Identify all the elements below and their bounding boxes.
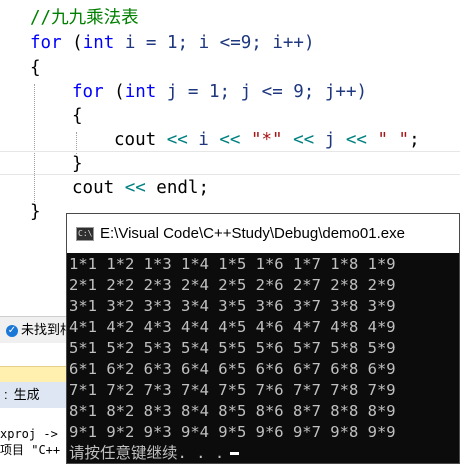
- paren: (: [61, 33, 83, 53]
- stream-operator: <<: [293, 130, 315, 150]
- console-line: 7*1 7*2 7*3 7*4 7*5 7*6 7*7 7*8 7*9: [69, 381, 396, 399]
- code-brace-open: {: [30, 58, 41, 78]
- console-line: 3*1 3*2 3*3 3*4 3*5 3*6 3*7 3*8 3*9: [69, 297, 396, 315]
- string-literal: " ": [366, 130, 410, 150]
- output-line: xproj ->: [0, 427, 58, 441]
- endl-token: endl;: [145, 178, 209, 198]
- output-line: 项目 "C++: [0, 443, 61, 457]
- indent-guide: [34, 84, 35, 202]
- current-line-highlight: [0, 151, 460, 175]
- keyword-int: int: [82, 33, 115, 53]
- console-prompt: 请按任意键继续. . .: [69, 444, 225, 462]
- paren: (: [103, 82, 125, 102]
- console-line: 6*1 6*2 6*3 6*4 6*5 6*6 6*7 6*8 6*9: [69, 360, 396, 378]
- ide-bottom-panels: ✓未找到相关问题 : 生成 xproj -> 项目 "C++: [0, 316, 68, 464]
- info-icon: ✓: [6, 324, 18, 337]
- cout-token: cout: [72, 178, 125, 198]
- stream-operator: <<: [124, 178, 146, 198]
- console-app-icon: C:\: [76, 227, 94, 241]
- var-i: i: [187, 130, 220, 150]
- code-outer-for-line: for (int i = 1; i <=9; i++): [30, 31, 314, 55]
- console-line: 8*1 8*2 8*3 8*4 8*5 8*6 8*7 8*8 8*9: [69, 402, 396, 420]
- stream-operator: <<: [166, 130, 188, 150]
- code-endl-line: cout << endl;: [72, 176, 209, 200]
- for-clause: j = 1; j <= 9; j++): [156, 82, 368, 102]
- code-inner-for-line: for (int j = 1; j <= 9; j++): [72, 80, 367, 104]
- stream-operator: <<: [219, 130, 241, 150]
- console-prompt-line: 请按任意键继续. . .: [69, 443, 240, 463]
- for-clause: i = 1; i <=9; i++): [114, 33, 315, 53]
- output-source-select[interactable]: 生成: [14, 387, 40, 402]
- error-list-text: 未找到相关问题: [21, 322, 68, 337]
- keyword-for: for: [72, 82, 104, 102]
- console-title-bar[interactable]: C:\ E:\Visual Code\C++Study\Debug\demo01…: [67, 214, 459, 253]
- console-window[interactable]: C:\ E:\Visual Code\C++Study\Debug\demo01…: [66, 213, 460, 464]
- error-list-status[interactable]: ✓未找到相关问题: [0, 316, 68, 343]
- code-cout-line: cout << i << "*" << j << " ";: [114, 128, 420, 152]
- console-line: 9*1 9*2 9*3 9*4 9*5 9*6 9*7 9*8 9*9: [69, 423, 396, 441]
- console-output[interactable]: 1*1 1*2 1*3 1*4 1*5 1*6 1*7 1*8 1*9 2*1 …: [67, 254, 459, 463]
- console-line: 5*1 5*2 5*3 5*4 5*5 5*6 5*7 5*8 5*9: [69, 339, 396, 357]
- code-comment-line: //九九乘法表: [30, 8, 139, 28]
- keyword-int: int: [124, 82, 157, 102]
- code-brace-close-inner: }: [72, 154, 83, 174]
- cout-token: cout: [114, 130, 167, 150]
- output-source-bar: : 生成: [0, 382, 68, 408]
- console-line: 4*1 4*2 4*3 4*4 4*5 4*6 4*7 4*8 4*9: [69, 318, 396, 336]
- string-literal: "*": [240, 130, 294, 150]
- var-j: j: [314, 130, 346, 150]
- keyword-for: for: [30, 33, 62, 53]
- output-source-label: :: [4, 387, 8, 402]
- output-text: xproj -> 项目 "C++: [0, 426, 68, 464]
- semicolon: ;: [409, 130, 420, 150]
- text-cursor: [230, 452, 240, 455]
- console-line: 1*1 1*2 1*3 1*4 1*5 1*6 1*7 1*8 1*9: [69, 255, 396, 273]
- stream-operator: <<: [345, 130, 367, 150]
- code-brace-open-inner: {: [72, 106, 83, 126]
- code-brace-close: }: [30, 202, 41, 222]
- console-title: E:\Visual Code\C++Study\Debug\demo01.exe: [100, 225, 405, 242]
- console-line: 2*1 2*2 2*3 2*4 2*5 2*6 2*7 2*8 2*9: [69, 276, 396, 294]
